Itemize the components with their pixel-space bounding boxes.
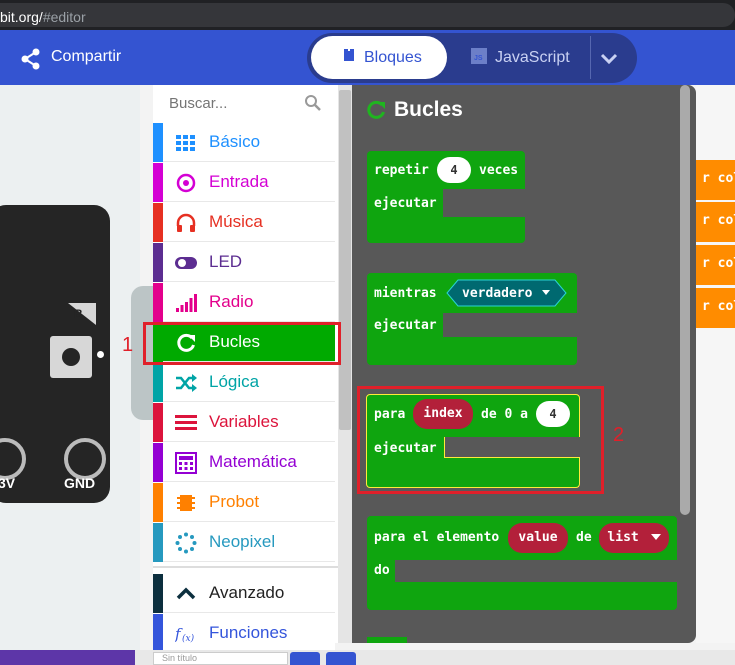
category-label: LED <box>209 252 243 271</box>
condition-value[interactable]: verdadero <box>462 286 532 301</box>
category-label: Avanzado <box>209 583 285 602</box>
category-label: Radio <box>209 292 254 311</box>
category-color-bar <box>153 283 163 322</box>
category-color-bar <box>153 123 163 162</box>
tab-blocks-label[interactable]: Bloques <box>364 49 422 67</box>
save-button[interactable] <box>290 652 320 665</box>
category-color-bar <box>153 443 163 482</box>
list-variable-dropdown[interactable]: list <box>599 523 669 553</box>
category-color-bar <box>153 163 163 202</box>
workspace-block[interactable]: r colo <box>696 202 735 242</box>
category-musica[interactable]: Música <box>153 203 335 242</box>
annotation-box-1 <box>143 322 341 365</box>
block-keyword: para el elemento <box>374 530 500 545</box>
category-color-bar <box>153 574 163 613</box>
indicator-dot <box>97 351 104 358</box>
puzzle-icon <box>344 49 354 61</box>
ring-icon <box>175 532 197 554</box>
annotation-box-2 <box>357 386 604 494</box>
refresh-icon <box>367 100 385 119</box>
annotation-label-1: 1 <box>122 334 134 356</box>
url-text[interactable]: bit.org/#editor <box>0 9 86 25</box>
element-variable[interactable]: value <box>508 523 568 553</box>
category-logica[interactable]: Lógica <box>153 363 335 402</box>
grid-icon <box>176 135 195 151</box>
toolbox-divider <box>153 566 338 568</box>
search-icon[interactable] <box>304 94 322 112</box>
workspace-block[interactable]: r colo <box>696 245 735 285</box>
category-color-bar <box>153 614 163 650</box>
button-b-cap[interactable] <box>62 348 80 366</box>
download-button[interactable] <box>0 650 135 665</box>
share-icon[interactable] <box>20 48 42 70</box>
block-keyword: ejecutar <box>374 318 437 333</box>
category-radio[interactable]: Radio <box>153 283 335 322</box>
js-icon: JS <box>471 48 487 64</box>
pin-gnd-ring[interactable] <box>64 438 106 480</box>
category-color-bar <box>153 203 163 242</box>
category-color-bar <box>153 403 163 442</box>
block-keyword: mientras <box>374 286 437 301</box>
category-label: Música <box>209 212 263 231</box>
lines-icon <box>175 415 197 430</box>
category-label: Matemática <box>209 452 297 471</box>
tab-divider <box>590 36 591 79</box>
headphones-icon <box>176 213 196 232</box>
github-button[interactable] <box>326 652 356 665</box>
function-icon: f (x) <box>175 625 195 644</box>
target-icon <box>176 173 196 193</box>
calculator-icon <box>175 452 197 474</box>
category-matematica[interactable]: Matemática <box>153 443 335 482</box>
block-keyword: repetir <box>374 163 429 178</box>
flyout-title: Bucles <box>394 98 463 121</box>
share-button[interactable]: Compartir <box>51 48 121 66</box>
toggle-icon <box>175 257 197 269</box>
flyout-scrollbar[interactable] <box>680 85 690 515</box>
category-neopixel[interactable]: Neopixel <box>153 523 335 562</box>
category-color-bar <box>153 483 163 522</box>
category-color-bar <box>153 523 163 562</box>
workspace-block[interactable]: r colo <box>696 160 735 200</box>
category-label: Básico <box>209 132 261 151</box>
list-variable: list <box>607 530 639 545</box>
pin-3v-label: 3V <box>0 475 16 491</box>
workspace-block[interactable]: r colo <box>696 288 735 328</box>
repeat-count-field[interactable]: 4 <box>437 157 471 183</box>
category-label: Lógica <box>209 372 260 391</box>
category-label: Variables <box>209 412 279 431</box>
svg-text:B: B <box>74 307 83 321</box>
category-color-bar <box>153 363 163 402</box>
block-keyword: do <box>374 563 390 578</box>
annotation-label-2: 2 <box>613 424 625 446</box>
block-keyword: veces <box>479 163 519 178</box>
category-entrada[interactable]: Entrada <box>153 163 335 202</box>
category-avanzado[interactable]: Avanzado <box>153 574 335 613</box>
tab-javascript[interactable]: JavaScript <box>495 49 570 67</box>
signal-icon <box>176 294 197 312</box>
chip-icon <box>177 495 195 511</box>
shuffle-icon <box>176 374 197 392</box>
category-led[interactable]: LED <box>153 243 335 282</box>
category-probot[interactable]: Probot <box>153 483 335 522</box>
chevron-up-icon <box>176 587 196 600</box>
block-keyword: de <box>576 530 592 545</box>
category-basico[interactable]: Básico <box>153 123 335 162</box>
category-funciones[interactable]: f (x) Funciones <box>153 614 335 650</box>
svg-text:(x): (x) <box>182 633 195 644</box>
category-color-bar <box>153 243 163 282</box>
toolbox-scroll-thumb[interactable] <box>339 90 351 430</box>
next-block-edge <box>367 637 407 643</box>
address-box[interactable]: bit.org/#editor <box>0 3 735 27</box>
button-b-tag: B <box>68 303 96 325</box>
category-label: Entrada <box>209 172 269 191</box>
project-name-input[interactable]: Sin título <box>153 652 288 665</box>
pin-gnd-label: GND <box>64 475 96 491</box>
category-variables[interactable]: Variables <box>153 403 335 442</box>
caret-down-icon <box>650 534 661 540</box>
block-keyword: ejecutar <box>374 196 437 211</box>
category-label: Probot <box>209 492 260 511</box>
category-label: Neopixel <box>209 532 276 551</box>
category-label: Funciones <box>209 623 288 642</box>
chevron-down-icon[interactable] <box>600 52 618 66</box>
